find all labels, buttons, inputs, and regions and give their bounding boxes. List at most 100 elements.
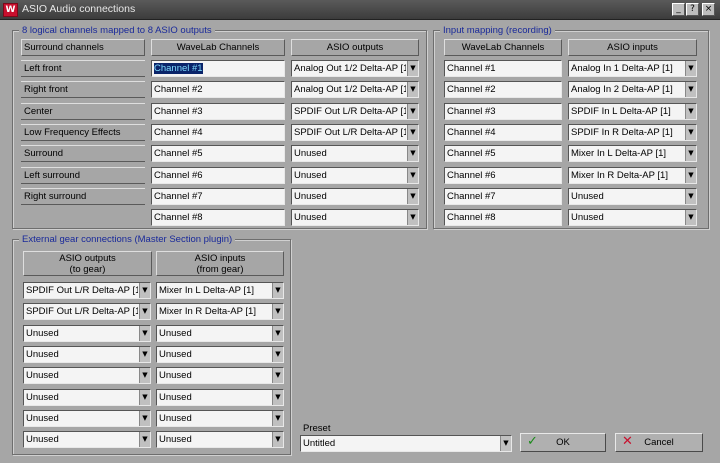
- input-channel-text: Channel #7: [447, 190, 496, 202]
- chevron-down-icon[interactable]: ▼: [139, 368, 150, 384]
- preset-combo[interactable]: Untitled ▼: [300, 435, 512, 452]
- ext-output-combo[interactable]: Unused ▼: [23, 345, 151, 363]
- chevron-down-icon[interactable]: ▼: [272, 368, 283, 384]
- input-channel-field[interactable]: Channel #3: [444, 102, 562, 120]
- ext-output-combo[interactable]: Unused ▼: [23, 367, 151, 385]
- asio-input-combo[interactable]: SPDIF In L Delta-AP [1] ▼: [568, 102, 697, 120]
- chevron-down-icon[interactable]: ▼: [139, 389, 150, 405]
- chevron-down-icon[interactable]: ▼: [407, 210, 418, 226]
- asio-input-combo[interactable]: Unused ▼: [568, 209, 697, 227]
- ext-input-combo[interactable]: Unused ▼: [156, 345, 284, 363]
- asio-input-combo[interactable]: Analog In 1 Delta-AP [1] ▼: [568, 60, 697, 77]
- ext-inputs-header-line1: ASIO inputs: [194, 253, 246, 264]
- asio-input-combo[interactable]: Analog In 2 Delta-AP [1] ▼: [568, 81, 697, 99]
- ext-input-combo[interactable]: Unused ▼: [156, 409, 284, 427]
- ext-output-combo[interactable]: Unused ▼: [23, 324, 151, 342]
- chevron-down-icon[interactable]: ▼: [500, 436, 511, 451]
- chevron-down-icon[interactable]: ▼: [139, 283, 150, 298]
- input-channel-field[interactable]: Channel #5: [444, 145, 562, 163]
- asio-output-combo[interactable]: Unused ▼: [291, 209, 419, 227]
- chevron-down-icon[interactable]: ▼: [407, 61, 418, 76]
- chevron-down-icon[interactable]: ▼: [685, 124, 696, 140]
- chevron-down-icon[interactable]: ▼: [407, 103, 418, 119]
- chevron-down-icon[interactable]: ▼: [407, 167, 418, 183]
- wavelab-channel-field[interactable]: Channel #1: [151, 60, 285, 77]
- chevron-down-icon[interactable]: ▼: [272, 389, 283, 405]
- chevron-down-icon[interactable]: ▼: [272, 410, 283, 426]
- chevron-down-icon[interactable]: ▼: [139, 432, 150, 448]
- ok-label: OK: [556, 437, 570, 448]
- ext-input-combo[interactable]: Unused ▼: [156, 324, 284, 342]
- asio-output-combo[interactable]: Analog Out 1/2 Delta-AP [1] 2▼: [291, 81, 419, 99]
- asio-output-value: Unused: [294, 190, 327, 202]
- input-channel-field[interactable]: Channel #8: [444, 209, 562, 227]
- asio-output-combo[interactable]: SPDIF Out L/R Delta-AP [1] 4▼: [291, 123, 419, 141]
- cancel-button[interactable]: ✕ Cancel: [615, 433, 703, 452]
- asio-input-combo[interactable]: Unused ▼: [568, 187, 697, 205]
- input-channel-field[interactable]: Channel #7: [444, 187, 562, 205]
- ext-output-value: Unused: [26, 412, 59, 424]
- ext-output-combo[interactable]: SPDIF Out L/R Delta-AP [1] 4▼: [23, 303, 151, 321]
- chevron-down-icon[interactable]: ▼: [685, 61, 696, 76]
- ext-input-combo[interactable]: Mixer In R Delta-AP [1] ▼: [156, 303, 284, 321]
- chevron-down-icon[interactable]: ▼: [272, 432, 283, 448]
- wavelab-channel-field[interactable]: Channel #2: [151, 81, 285, 99]
- input-channel-field[interactable]: Channel #6: [444, 166, 562, 184]
- ext-output-value: Unused: [26, 348, 59, 360]
- chevron-down-icon[interactable]: ▼: [139, 304, 150, 320]
- chevron-down-icon[interactable]: ▼: [272, 325, 283, 341]
- asio-output-combo[interactable]: Analog Out 1/2 Delta-AP [1] ▼: [291, 60, 419, 77]
- chevron-down-icon[interactable]: ▼: [272, 346, 283, 362]
- chevron-down-icon[interactable]: ▼: [407, 146, 418, 162]
- wavelab-channel-field[interactable]: Channel #3: [151, 102, 285, 120]
- ext-output-combo[interactable]: Unused ▼: [23, 388, 151, 406]
- wavelab-channel-field[interactable]: Channel #5: [151, 145, 285, 163]
- ext-output-combo[interactable]: SPDIF Out L/R Delta-AP [1] ▼: [23, 282, 151, 299]
- ext-input-combo[interactable]: Unused ▼: [156, 367, 284, 385]
- asio-output-combo[interactable]: Unused ▼: [291, 166, 419, 184]
- asio-input-value: Unused: [571, 212, 604, 224]
- asio-input-combo[interactable]: Mixer In L Delta-AP [1] ▼: [568, 145, 697, 163]
- chevron-down-icon[interactable]: ▼: [139, 410, 150, 426]
- ext-output-combo[interactable]: Unused ▼: [23, 409, 151, 427]
- asio-input-combo[interactable]: SPDIF In R Delta-AP [1] ▼: [568, 123, 697, 141]
- input-channel-field[interactable]: Channel #4: [444, 123, 562, 141]
- chevron-down-icon[interactable]: ▼: [685, 167, 696, 183]
- input-channel-field[interactable]: Channel #1: [444, 60, 562, 77]
- ok-button[interactable]: ✓ OK: [520, 433, 606, 452]
- wavelab-channel-field[interactable]: Channel #4: [151, 123, 285, 141]
- chevron-down-icon[interactable]: ▼: [685, 188, 696, 204]
- chevron-down-icon[interactable]: ▼: [407, 82, 418, 98]
- input-channel-text: Channel #1: [447, 63, 496, 74]
- close-button[interactable]: ×: [702, 3, 715, 16]
- ext-input-value: Unused: [159, 391, 192, 403]
- chevron-down-icon[interactable]: ▼: [407, 188, 418, 204]
- chevron-down-icon[interactable]: ▼: [272, 304, 283, 320]
- chevron-down-icon[interactable]: ▼: [139, 346, 150, 362]
- asio-output-value: SPDIF Out L/R Delta-AP [1]: [294, 105, 406, 117]
- chevron-down-icon[interactable]: ▼: [272, 283, 283, 298]
- ext-output-value: Unused: [26, 327, 59, 339]
- asio-output-combo[interactable]: SPDIF Out L/R Delta-AP [1] ▼: [291, 102, 419, 120]
- asio-input-combo[interactable]: Mixer In R Delta-AP [1] ▼: [568, 166, 697, 184]
- ext-input-combo[interactable]: Unused ▼: [156, 431, 284, 449]
- asio-output-combo[interactable]: Unused ▼: [291, 187, 419, 205]
- input-channel-text: Channel #4: [447, 126, 496, 138]
- wavelab-channel-field[interactable]: Channel #6: [151, 166, 285, 184]
- ext-output-combo[interactable]: Unused ▼: [23, 431, 151, 449]
- input-channel-field[interactable]: Channel #2: [444, 81, 562, 99]
- chevron-down-icon[interactable]: ▼: [139, 325, 150, 341]
- wavelab-channel-field[interactable]: Channel #8: [151, 209, 285, 227]
- chevron-down-icon[interactable]: ▼: [685, 82, 696, 98]
- ext-input-combo[interactable]: Unused ▼: [156, 388, 284, 406]
- chevron-down-icon[interactable]: ▼: [685, 210, 696, 226]
- ext-input-combo[interactable]: Mixer In L Delta-AP [1] ▼: [156, 282, 284, 299]
- chevron-down-icon[interactable]: ▼: [685, 146, 696, 162]
- help-button[interactable]: ?: [686, 3, 699, 16]
- wavelab-channel-field[interactable]: Channel #7: [151, 187, 285, 205]
- ext-input-value: Unused: [159, 327, 192, 339]
- minimize-button[interactable]: _: [672, 3, 685, 16]
- chevron-down-icon[interactable]: ▼: [685, 103, 696, 119]
- asio-output-combo[interactable]: Unused ▼: [291, 145, 419, 163]
- chevron-down-icon[interactable]: ▼: [407, 124, 418, 140]
